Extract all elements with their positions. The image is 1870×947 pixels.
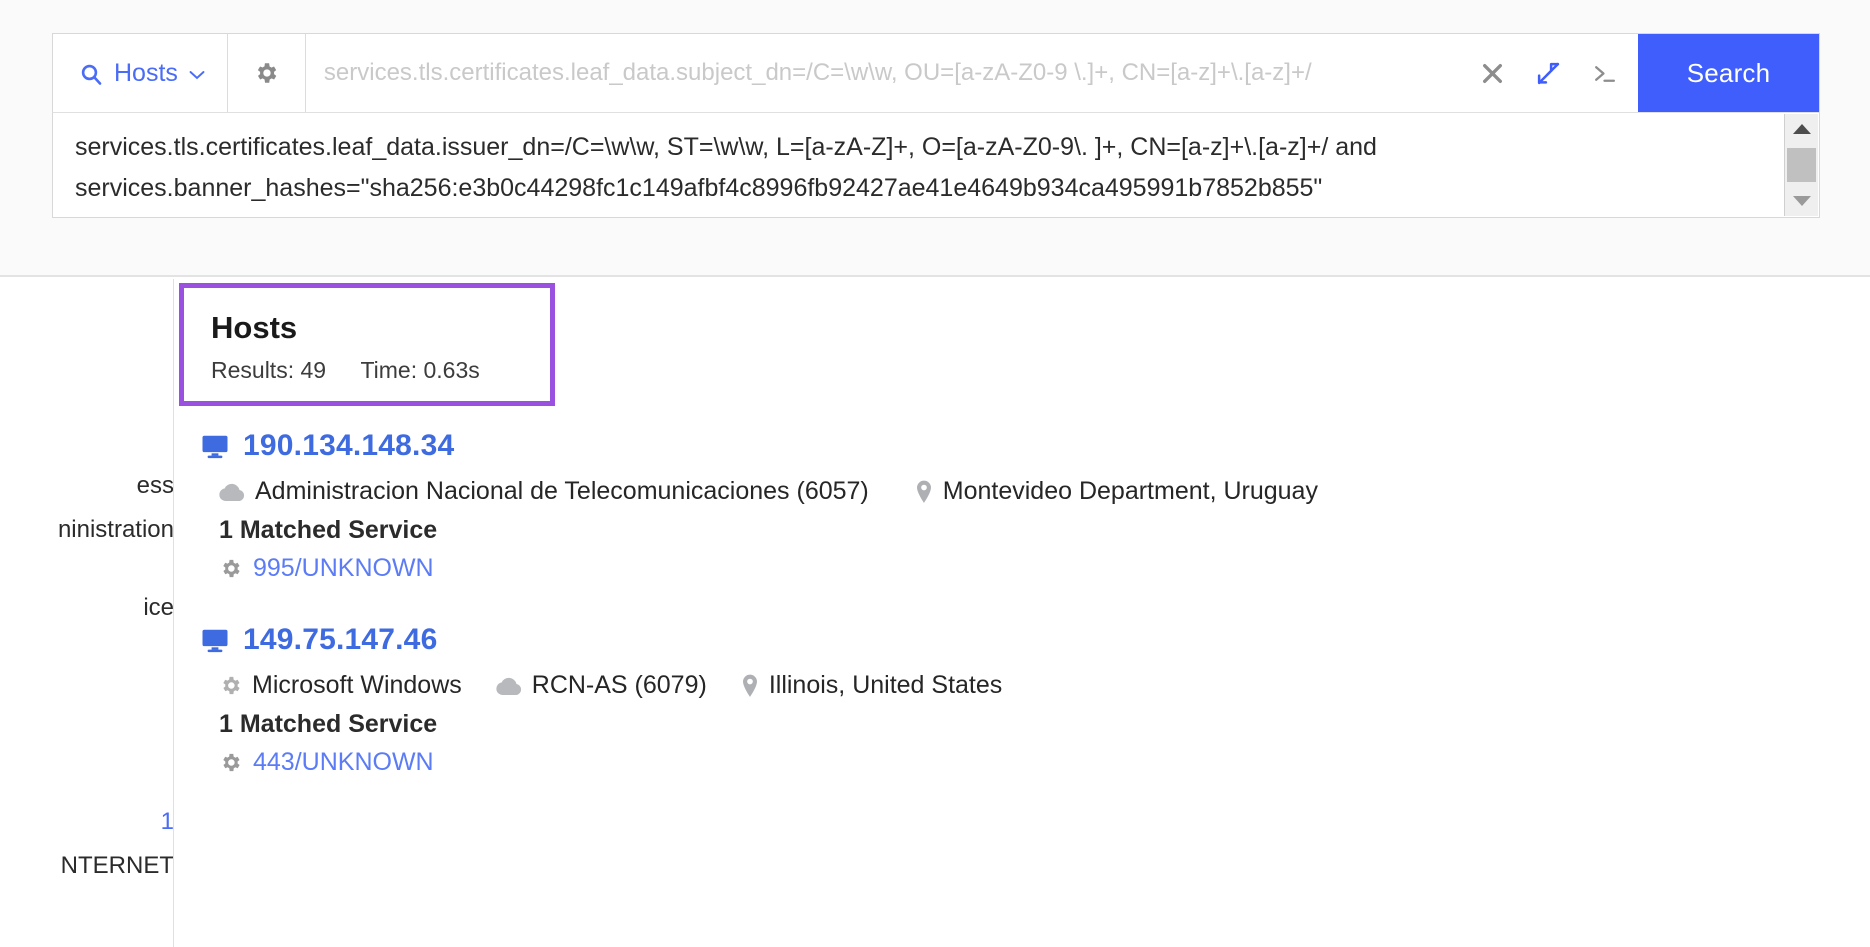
search-bar-actions <box>1464 34 1638 112</box>
search-icon <box>79 62 103 86</box>
host-autonomous-system: Administracion Nacional de Telecomunicac… <box>219 477 869 506</box>
search-shell: Hosts services.tls.certificates.leaf_dat… <box>52 33 1820 218</box>
host-operating-system: Microsoft Windows <box>219 671 462 700</box>
scrollbar-thumb[interactable] <box>1787 148 1816 182</box>
facet-sidebar-inner: ess ninistration ice 1 NTERNET <box>0 279 173 888</box>
chevron-down-icon <box>189 70 205 80</box>
content-area: ess ninistration ice 1 NTERNET Hosts Res… <box>0 279 1870 947</box>
caret-up-icon <box>1793 124 1811 134</box>
facet-item[interactable]: NTERNET <box>0 844 173 888</box>
host-metadata-row: Microsoft Windows RCN-AS (6079) Illinois… <box>219 671 1850 700</box>
terminal-toggle-button[interactable] <box>1576 34 1632 112</box>
facet-item[interactable]: ess <box>0 464 173 508</box>
search-scope-label: Hosts <box>114 58 178 87</box>
hosts-summary-card-highlight: Hosts Results: 49 Time: 0.63s <box>179 283 555 406</box>
hosts-summary-title: Hosts <box>211 310 298 345</box>
search-input-wrapper <box>306 34 1464 112</box>
facet-item[interactable]: ninistration <box>0 508 173 552</box>
host-ip-row: 190.134.148.34 <box>201 429 1850 463</box>
gear-icon <box>253 60 279 86</box>
host-os-label: Microsoft Windows <box>252 671 462 699</box>
app-root: Hosts services.tls.certificates.leaf_dat… <box>0 0 1870 947</box>
search-button[interactable]: Search <box>1638 34 1819 112</box>
host-location-label: Illinois, United States <box>768 671 1003 699</box>
host-service-row: 995/UNKNOWN <box>219 554 1850 583</box>
host-results-list: 190.134.148.34 Administracion Nacional d… <box>201 429 1850 817</box>
cloud-icon <box>219 482 245 502</box>
service-port-link[interactable]: 995/UNKNOWN <box>253 554 434 583</box>
scroll-up-button[interactable] <box>1785 114 1819 144</box>
gear-icon <box>219 557 242 580</box>
host-location-label: Montevideo Department, Uruguay <box>942 477 1318 505</box>
monitor-icon <box>201 434 229 459</box>
map-pin-icon <box>741 674 759 698</box>
host-location: Montevideo Department, Uruguay <box>915 477 1318 506</box>
collapse-query-button[interactable] <box>1520 34 1576 112</box>
scroll-down-button[interactable] <box>1785 186 1819 216</box>
host-ip-link[interactable]: 149.75.147.46 <box>243 623 437 657</box>
host-autonomous-system: RCN-AS (6079) <box>496 671 707 700</box>
host-location: Illinois, United States <box>741 671 1002 700</box>
hosts-summary-card[interactable]: Hosts Results: 49 Time: 0.63s <box>184 288 550 401</box>
facet-sidebar: ess ninistration ice 1 NTERNET <box>0 279 174 947</box>
host-service-row: 443/UNKNOWN <box>219 748 1850 777</box>
matched-services-count: 1 Matched Service <box>219 516 438 544</box>
query-line-1: services.tls.certificates.leaf_data.issu… <box>75 133 1377 161</box>
collapse-arrows-icon <box>1536 61 1561 86</box>
gear-icon <box>219 751 242 774</box>
query-line-2: services.banner_hashes="sha256:e3b0c4429… <box>75 174 1323 202</box>
search-region: Hosts services.tls.certificates.leaf_dat… <box>0 0 1870 277</box>
query-scrollbar[interactable] <box>1784 114 1818 216</box>
monitor-icon <box>201 628 229 653</box>
host-ip-row: 149.75.147.46 <box>201 623 1850 657</box>
host-metadata-row: Administracion Nacional de Telecomunicac… <box>219 477 1850 506</box>
facet-item[interactable]: ice <box>0 586 173 630</box>
clear-search-button[interactable] <box>1464 34 1520 112</box>
caret-down-icon <box>1793 196 1811 206</box>
query-time: Time: 0.63s <box>360 357 480 383</box>
gear-icon <box>219 674 242 697</box>
results-count: Results: 49 <box>211 357 327 383</box>
hosts-summary-stats: Results: 49 Time: 0.63s <box>211 357 550 384</box>
query-display-panel[interactable]: services.tls.certificates.leaf_data.issu… <box>52 112 1820 218</box>
close-icon <box>1480 61 1505 86</box>
map-pin-icon <box>915 480 933 504</box>
host-as-label: Administracion Nacional de Telecomunicac… <box>255 477 869 505</box>
facet-item[interactable]: 1 <box>0 800 173 844</box>
search-input[interactable] <box>321 58 1464 88</box>
host-ip-link[interactable]: 190.134.148.34 <box>243 429 454 463</box>
host-result-item: 149.75.147.46 Microsoft Windows RCN-AS (… <box>201 623 1850 777</box>
search-bar: Hosts services.tls.certificates.leaf_dat… <box>52 33 1820 112</box>
cloud-icon <box>496 676 522 696</box>
terminal-prompt-icon <box>1591 61 1618 86</box>
host-as-label: RCN-AS (6079) <box>531 671 707 699</box>
search-settings-button[interactable] <box>228 34 306 112</box>
host-result-item: 190.134.148.34 Administracion Nacional d… <box>201 429 1850 583</box>
results-panel: Hosts Results: 49 Time: 0.63s 190.134.14… <box>174 279 1870 947</box>
service-port-link[interactable]: 443/UNKNOWN <box>253 748 434 777</box>
search-scope-selector[interactable]: Hosts <box>53 34 228 112</box>
matched-services-count: 1 Matched Service <box>219 710 438 738</box>
